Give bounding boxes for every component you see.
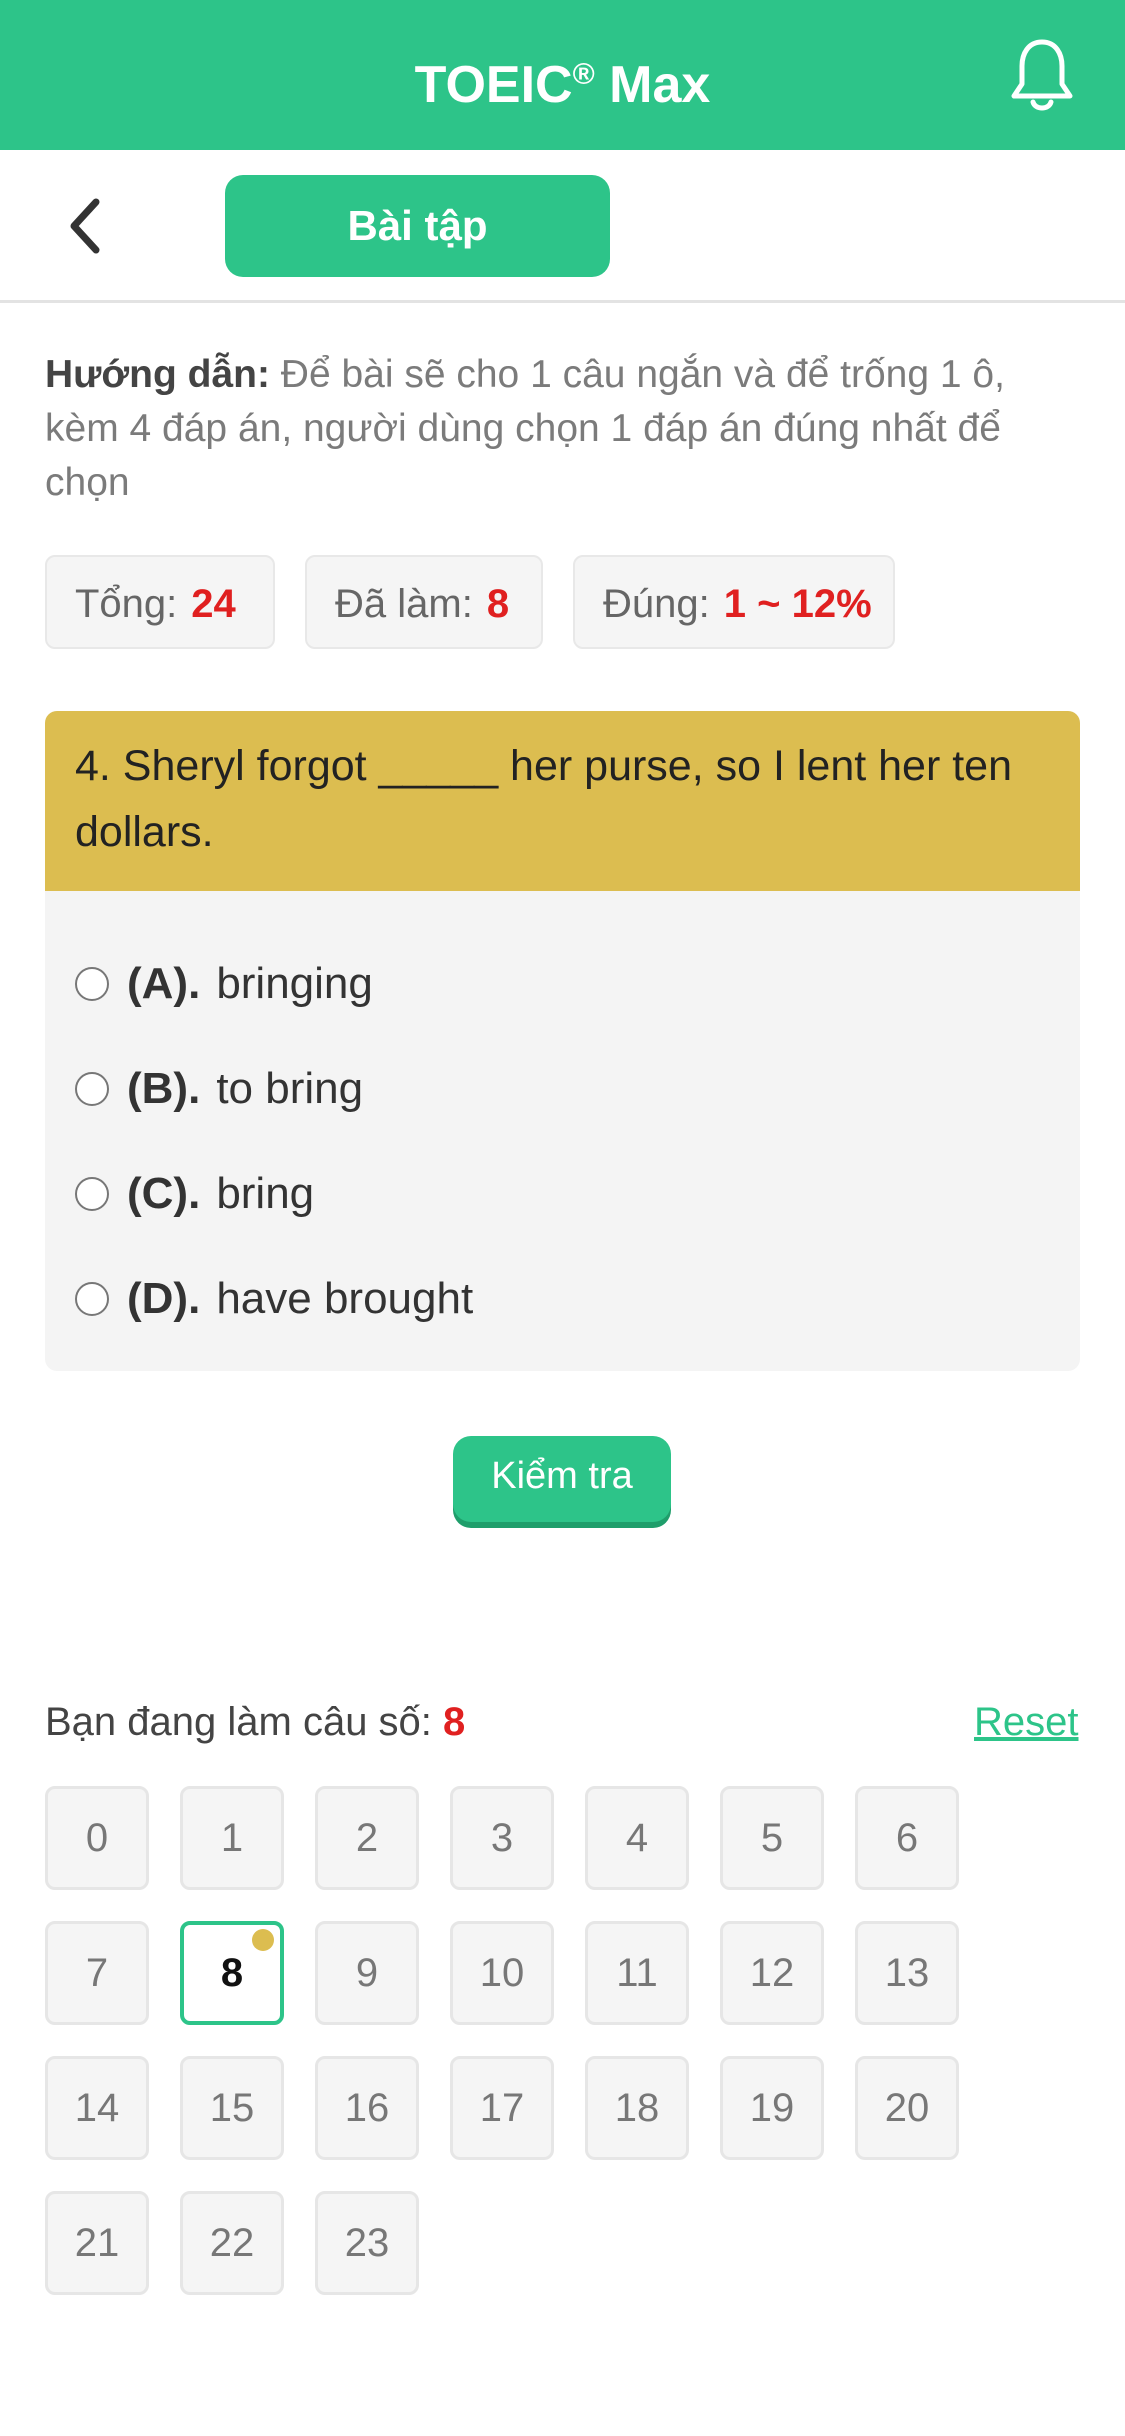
question-number-button[interactable]: 2: [315, 1786, 419, 1890]
question-number-button[interactable]: 20: [855, 2056, 959, 2160]
question-number-button[interactable]: 18: [585, 2056, 689, 2160]
chevron-left-icon[interactable]: [62, 196, 112, 256]
radio-button[interactable]: [75, 1177, 109, 1211]
top-bar: TOEIC® Max: [0, 0, 1125, 150]
question-number-button[interactable]: 7: [45, 1921, 149, 2025]
question-number-button[interactable]: 1: [180, 1786, 284, 1890]
stat-correct: Đúng: 1 ~ 12%: [573, 555, 895, 649]
question-number-button[interactable]: 14: [45, 2056, 149, 2160]
question-number-button[interactable]: 11: [585, 1921, 689, 2025]
app-title: TOEIC® Max: [414, 56, 711, 114]
instructions-label: Hướng dẫn:: [45, 353, 270, 396]
question-number-button[interactable]: 12: [720, 1921, 824, 2025]
question-text: 4. Sheryl forgot _____ her purse, so I l…: [45, 711, 1080, 891]
radio-button[interactable]: [75, 967, 109, 1001]
tab-exercises[interactable]: Bài tập: [225, 175, 610, 277]
bell-icon[interactable]: [1010, 38, 1074, 114]
question-number-button[interactable]: 15: [180, 2056, 284, 2160]
question-number-button[interactable]: 19: [720, 2056, 824, 2160]
question-number-button[interactable]: 16: [315, 2056, 419, 2160]
question-number-button[interactable]: 17: [450, 2056, 554, 2160]
question-number-button[interactable]: 4: [585, 1786, 689, 1890]
option-a[interactable]: (A). bringing: [75, 949, 373, 1019]
question-number-button[interactable]: 23: [315, 2191, 419, 2295]
sub-header: Bài tập: [0, 150, 1125, 303]
stat-done: Đã làm: 8: [305, 555, 543, 649]
question-number-button[interactable]: 8: [180, 1921, 284, 2025]
question-card: 4. Sheryl forgot _____ her purse, so I l…: [45, 711, 1080, 1371]
question-number-button[interactable]: 21: [45, 2191, 149, 2295]
radio-button[interactable]: [75, 1282, 109, 1316]
radio-button[interactable]: [75, 1072, 109, 1106]
question-number-button[interactable]: 22: [180, 2191, 284, 2295]
option-d[interactable]: (D). have brought: [75, 1264, 473, 1334]
instructions: Hướng dẫn: Để bài sẽ cho 1 câu ngắn và đ…: [45, 348, 1085, 510]
question-number-button[interactable]: 9: [315, 1921, 419, 2025]
option-c[interactable]: (C). bring: [75, 1159, 314, 1229]
reset-link[interactable]: Reset: [974, 1700, 1079, 1745]
question-number-button[interactable]: 13: [855, 1921, 959, 2025]
option-b[interactable]: (B). to bring: [75, 1054, 363, 1124]
marker-dot: [252, 1929, 274, 1951]
question-number-button[interactable]: 6: [855, 1786, 959, 1890]
question-number-button[interactable]: 0: [45, 1786, 149, 1890]
check-button[interactable]: Kiểm tra: [453, 1436, 671, 1522]
question-number-button[interactable]: 5: [720, 1786, 824, 1890]
question-number-button[interactable]: 10: [450, 1921, 554, 2025]
question-number-button[interactable]: 3: [450, 1786, 554, 1890]
stat-total: Tổng: 24: [45, 555, 275, 649]
current-question: Bạn đang làm câu số: 8: [45, 1700, 466, 1744]
